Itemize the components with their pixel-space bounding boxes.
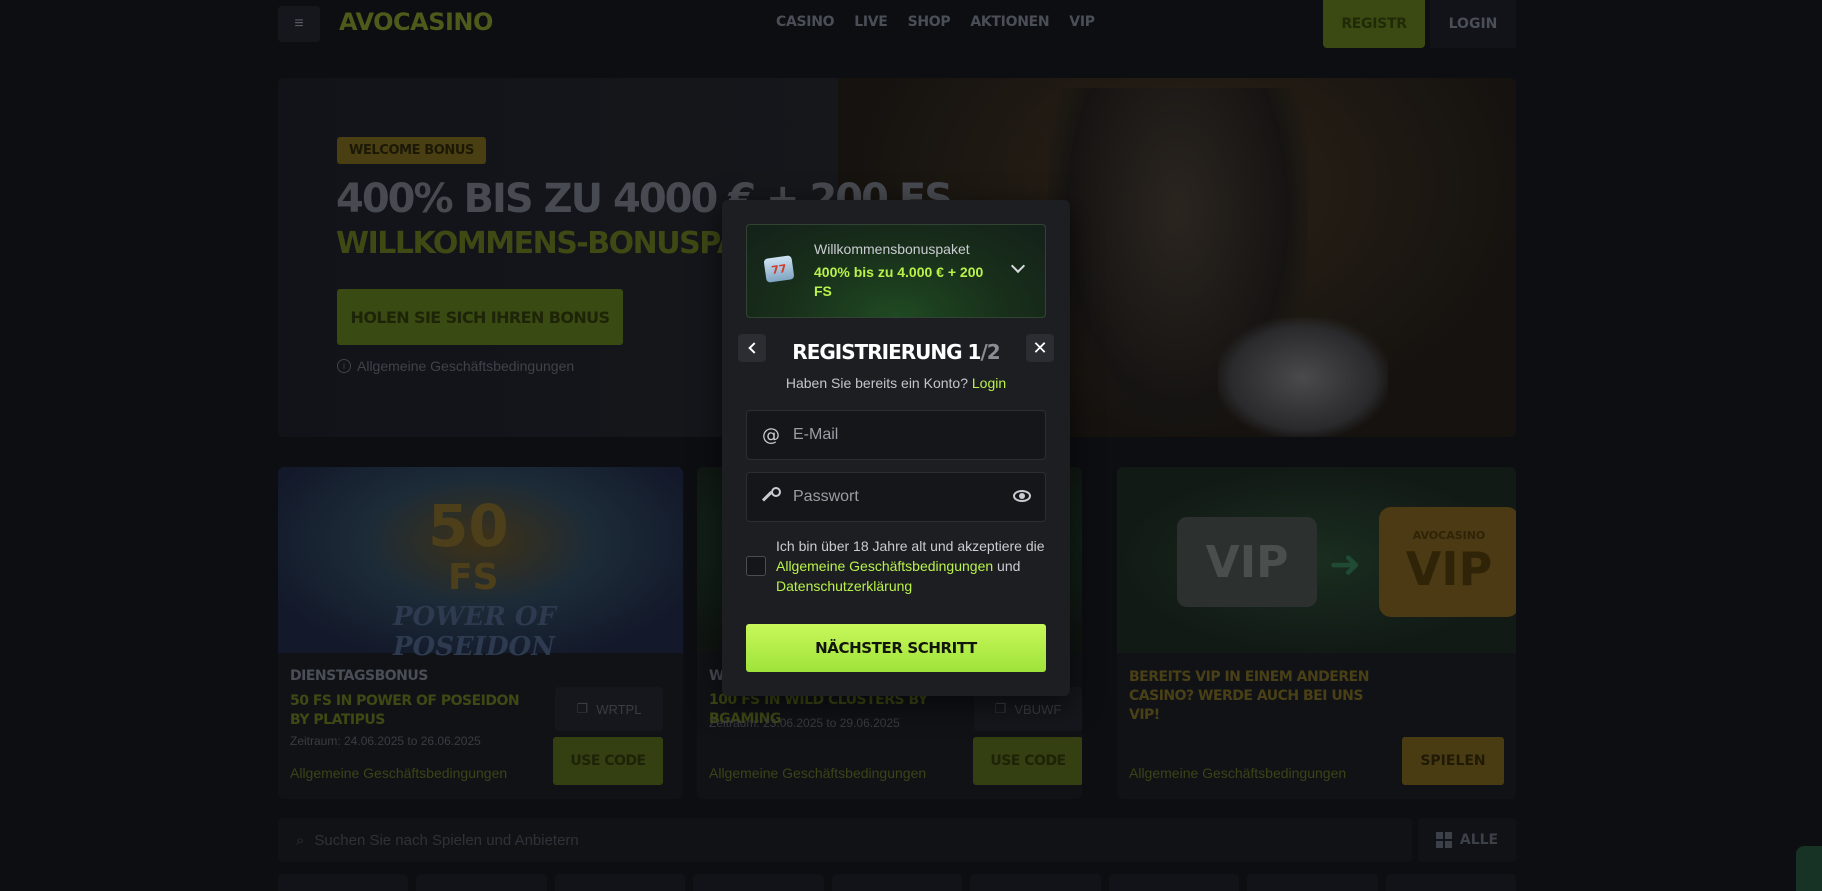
nav-vip[interactable]: VIP xyxy=(1069,14,1095,30)
game-thumbnail[interactable] xyxy=(693,874,824,891)
info-icon: i xyxy=(337,359,351,373)
copy-icon: ❐ xyxy=(994,701,1007,716)
nav-casino[interactable]: CASINO xyxy=(776,14,835,30)
promo-period: Zeitraum: 24.06.2025 to 26.06.2025 xyxy=(290,734,481,748)
promo-terms-link[interactable]: Allgemeine Geschäftsbedingungen xyxy=(290,765,507,781)
game-thumbnail[interactable] xyxy=(1108,874,1240,891)
page: ≡ AVOCASINO CASINO LIVE SHOP AKTIONEN VI… xyxy=(0,0,1822,891)
eye-icon[interactable] xyxy=(1013,490,1031,502)
next-step-button[interactable]: NÄCHSTER SCHRITT xyxy=(746,624,1046,672)
hero-terms-label: Allgemeine Geschäftsbedingungen xyxy=(357,358,575,374)
hero-decoration xyxy=(1218,318,1388,437)
menu-button[interactable]: ≡ xyxy=(278,6,320,42)
slot-machine-icon: 77 xyxy=(763,255,795,283)
promo-terms-link[interactable]: Allgemeine Geschäftsbedingungen xyxy=(709,765,926,781)
promo-title: BEREITS VIP IN EINEM ANDEREN CASINO? WER… xyxy=(1129,669,1369,723)
game-thumbnail[interactable] xyxy=(554,874,686,891)
game-thumbnail[interactable] xyxy=(970,874,1101,891)
close-button[interactable]: ✕ xyxy=(1026,334,1054,362)
game-thumbnail[interactable] xyxy=(1385,874,1516,891)
promo-image-number: 50 xyxy=(428,492,509,560)
play-button[interactable]: SPIELEN xyxy=(1402,737,1504,785)
game-search[interactable]: ⌕ Suchen Sie nach Spielen und Anbietern xyxy=(278,818,1412,862)
key-icon xyxy=(761,487,781,507)
use-code-button[interactable]: USE CODE xyxy=(973,737,1082,785)
login-button[interactable]: LOGIN xyxy=(1430,0,1516,48)
modal-title: REGISTRIERUNG 1/2 xyxy=(722,340,1070,364)
site-header: ≡ AVOCASINO CASINO LIVE SHOP AKTIONEN VI… xyxy=(0,0,1822,48)
nav-aktionen[interactable]: AKTIONEN xyxy=(970,14,1049,30)
arrow-right-icon: ➜ xyxy=(1329,544,1361,586)
have-account-text: Haben Sie bereits ein Konto? xyxy=(785,375,968,391)
promo-title: 50 FS IN POWER OF POSEIDON BY PLATIPUS xyxy=(290,693,520,728)
promo-image-game: POWER OF POSEIDON xyxy=(393,602,556,662)
main-nav: CASINO LIVE SHOP AKTIONEN VIP xyxy=(776,14,1095,30)
all-games-button[interactable]: ALLE xyxy=(1418,818,1516,862)
game-thumbnail[interactable] xyxy=(416,874,547,891)
promo-card-vip: VIP ➜ AVOCASINO VIP BEREITS VIP IN EINEM… xyxy=(1117,467,1516,799)
agree-and: und xyxy=(997,558,1021,574)
agree-prefix: Ich bin über 18 Jahre alt und akzeptiere… xyxy=(776,538,1045,554)
promo-card-tuesday: 50 FS POWER OF POSEIDON DIENSTAGSBONUS 5… xyxy=(278,467,683,799)
menu-icon: ≡ xyxy=(294,15,304,32)
nav-shop[interactable]: SHOP xyxy=(908,14,951,30)
promo-code[interactable]: ❐ WRTPL xyxy=(555,687,663,731)
claim-bonus-button[interactable]: HOLEN SIE SICH IHREN BONUS xyxy=(337,289,623,345)
bonus-selector[interactable]: 77 Willkommensbonuspaket 400% bis zu 4.0… xyxy=(746,224,1046,318)
agree-text: Ich bin über 18 Jahre alt und akzeptiere… xyxy=(776,536,1046,596)
registration-modal: 77 Willkommensbonuspaket 400% bis zu 4.0… xyxy=(722,200,1070,696)
chat-widget[interactable] xyxy=(1796,846,1822,891)
use-code-button[interactable]: USE CODE xyxy=(553,737,663,785)
logo[interactable]: AVOCASINO xyxy=(339,8,493,36)
have-account-line: Haben Sie bereits ein Konto? Login xyxy=(722,375,1070,391)
grid-icon xyxy=(1435,832,1452,848)
game-thumbnail[interactable] xyxy=(831,874,963,891)
game-thumbnail[interactable] xyxy=(278,874,409,891)
game-thumbnails-row xyxy=(278,874,1516,891)
password-input[interactable] xyxy=(793,488,993,506)
promo-image: VIP ➜ AVOCASINO VIP xyxy=(1117,467,1516,653)
vip-badge-avocasino: AVOCASINO VIP xyxy=(1379,507,1516,617)
welcome-badge: WELCOME BONUS xyxy=(337,137,486,164)
all-games-label: ALLE xyxy=(1459,832,1499,848)
email-field[interactable]: @ xyxy=(746,410,1046,460)
bonus-value: 400% bis zu 4.000 € + 200 FS xyxy=(814,264,984,299)
copy-icon: ❐ xyxy=(576,701,589,716)
privacy-link[interactable]: Datenschutzerklärung xyxy=(776,578,912,594)
promo-period: Zeitraum: 23.06.2025 to 29.06.2025 xyxy=(709,716,900,730)
search-icon: ⌕ xyxy=(296,831,305,849)
promo-code-value: WRTPL xyxy=(596,701,642,717)
promo-code-value: VBUWF xyxy=(1014,701,1062,717)
nav-live[interactable]: LIVE xyxy=(854,14,888,30)
game-thumbnail[interactable] xyxy=(1247,874,1378,891)
at-icon: @ xyxy=(762,424,780,446)
email-input[interactable] xyxy=(793,426,993,444)
terms-link[interactable]: Allgemeine Geschäftsbedingungen xyxy=(776,558,993,574)
vip-badge-label: VIP xyxy=(1405,541,1493,596)
step-total: /2 xyxy=(980,340,1000,364)
login-link[interactable]: Login xyxy=(972,375,1006,391)
modal-title-text: REGISTRIERUNG xyxy=(792,340,962,364)
promo-terms-link[interactable]: Allgemeine Geschäftsbedingungen xyxy=(1129,765,1346,781)
promo-category: DIENSTAGSBONUS xyxy=(290,668,428,684)
chevron-down-icon[interactable] xyxy=(1010,258,1026,274)
terms-agreement: Ich bin über 18 Jahre alt und akzeptiere… xyxy=(746,536,1046,600)
close-icon: ✕ xyxy=(1032,337,1048,358)
step-current: 1 xyxy=(967,340,982,364)
password-field[interactable] xyxy=(746,472,1046,522)
promo-image: 50 FS POWER OF POSEIDON xyxy=(278,467,683,662)
search-placeholder: Suchen Sie nach Spielen und Anbietern xyxy=(314,831,579,849)
bonus-label: Willkommensbonuspaket xyxy=(814,241,970,257)
hero-terms-link[interactable]: i Allgemeine Geschäftsbedingungen xyxy=(337,358,574,374)
vip-badge-brand: AVOCASINO xyxy=(1412,528,1486,542)
promo-image-fs: FS xyxy=(448,557,499,598)
vip-badge-other: VIP xyxy=(1177,517,1317,607)
agree-checkbox[interactable] xyxy=(746,556,766,576)
register-button[interactable]: REGISTR xyxy=(1323,0,1425,48)
